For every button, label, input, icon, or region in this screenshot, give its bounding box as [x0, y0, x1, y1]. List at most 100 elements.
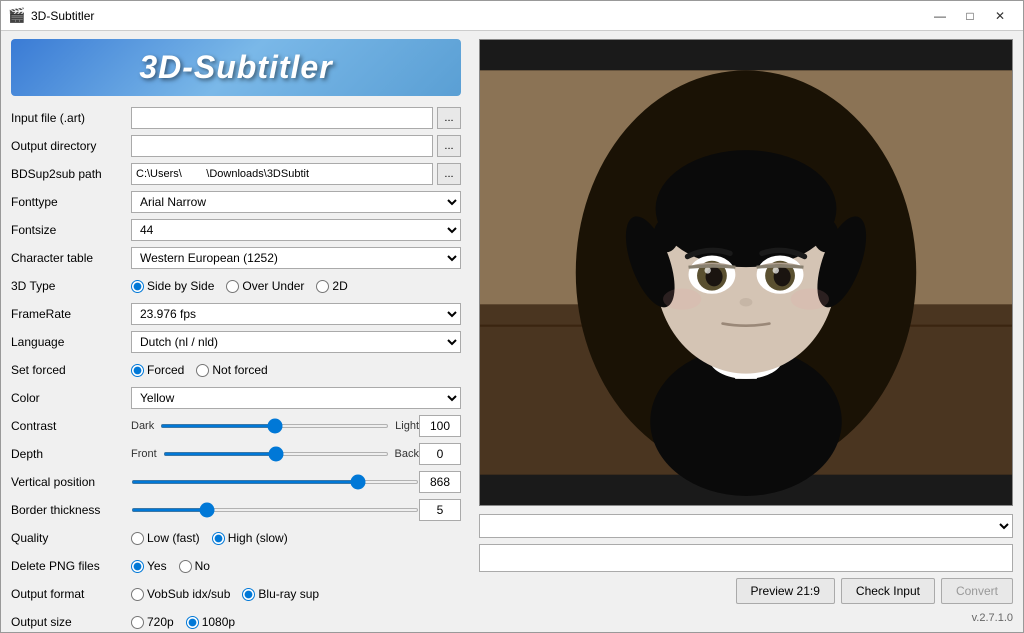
maximize-button[interactable]: □	[955, 1, 985, 31]
radio-low-input[interactable]	[131, 532, 144, 545]
color-label: Color	[11, 391, 131, 405]
contrast-dark-label: Dark	[131, 420, 154, 432]
radio-no-input[interactable]	[179, 560, 192, 573]
radio-720p-input[interactable]	[131, 616, 144, 629]
right-dropdown[interactable]	[479, 514, 1013, 538]
preview-button[interactable]: Preview 21:9	[736, 578, 835, 604]
radio-forced[interactable]: Forced	[131, 363, 184, 377]
contrast-light-label: Light	[395, 420, 419, 432]
radio-bluray-label: Blu-ray sup	[258, 587, 319, 601]
input-file-row: Input file (.art) ...	[11, 106, 461, 130]
radio-ou[interactable]: Over Under	[226, 279, 304, 293]
radio-vobsub-label: VobSub idx/sub	[147, 587, 230, 601]
action-row: Preview 21:9 Check Input Convert	[479, 578, 1013, 604]
input-file-field[interactable]	[131, 107, 433, 129]
bdsup-browse-btn[interactable]: ...	[437, 163, 461, 185]
quality-group: Low (fast) High (slow)	[131, 531, 461, 545]
radio-vobsub-input[interactable]	[131, 588, 144, 601]
convert-button[interactable]: Convert	[941, 578, 1013, 604]
input-file-browse-btn[interactable]: ...	[437, 107, 461, 129]
radio-forced-input[interactable]	[131, 364, 144, 377]
radio-low-quality[interactable]: Low (fast)	[131, 531, 200, 545]
radio-sbs-label: Side by Side	[147, 279, 214, 293]
radio-no[interactable]: No	[179, 559, 210, 573]
contrast-slider[interactable]	[160, 424, 389, 428]
radio-1080p[interactable]: 1080p	[186, 615, 235, 629]
border-slider[interactable]	[131, 508, 419, 512]
border-label: Border thickness	[11, 503, 131, 517]
output-size-label: Output size	[11, 615, 131, 629]
depth-slider-container: Front Back	[131, 448, 419, 460]
border-slider-container	[131, 508, 419, 512]
language-control: Dutch (nl / nld) English (en / eng) Germ…	[131, 331, 461, 353]
radio-high-quality[interactable]: High (slow)	[212, 531, 288, 545]
depth-back-label: Back	[395, 448, 419, 460]
radio-2d-input[interactable]	[316, 280, 329, 293]
char-table-label: Character table	[11, 251, 131, 265]
vpos-row: Vertical position 868	[11, 470, 461, 494]
fontsize-control: 44 36 40 48	[131, 219, 461, 241]
radio-720p[interactable]: 720p	[131, 615, 174, 629]
right-bottom: Preview 21:9 Check Input Convert v.2.7.1…	[479, 514, 1013, 624]
language-select[interactable]: Dutch (nl / nld) English (en / eng) Germ…	[131, 331, 461, 353]
output-format-row: Output format VobSub idx/sub Blu-ray sup	[11, 582, 461, 606]
vpos-value: 868	[419, 471, 461, 493]
fontsize-row: Fontsize 44 36 40 48	[11, 218, 461, 242]
char-table-row: Character table Western European (1252) …	[11, 246, 461, 270]
radio-sbs-input[interactable]	[131, 280, 144, 293]
radio-bluray-input[interactable]	[242, 588, 255, 601]
radio-high-label: High (slow)	[228, 531, 288, 545]
framerate-select[interactable]: 23.976 fps 24 fps 25 fps 29.97 fps	[131, 303, 461, 325]
radio-yes[interactable]: Yes	[131, 559, 167, 573]
radio-1080p-label: 1080p	[202, 615, 235, 629]
color-row: Color Yellow White Red Green	[11, 386, 461, 410]
radio-ou-label: Over Under	[242, 279, 304, 293]
bdsup-field[interactable]	[131, 163, 433, 185]
radio-yes-input[interactable]	[131, 560, 144, 573]
right-panel: Preview 21:9 Check Input Convert v.2.7.1…	[471, 31, 1023, 632]
minimize-button[interactable]: —	[925, 1, 955, 31]
set-forced-row: Set forced Forced Not forced	[11, 358, 461, 382]
depth-slider[interactable]	[163, 452, 389, 456]
contrast-row: Contrast Dark Light 100	[11, 414, 461, 438]
radio-2d-label: 2D	[332, 279, 347, 293]
radio-2d[interactable]: 2D	[316, 279, 347, 293]
type-3d-group: Side by Side Over Under 2D	[131, 279, 461, 293]
char-table-control: Western European (1252) UTF-8	[131, 247, 461, 269]
radio-bluray[interactable]: Blu-ray sup	[242, 587, 319, 601]
output-dir-field[interactable]	[131, 135, 433, 157]
output-dir-label: Output directory	[11, 139, 131, 153]
radio-sbs[interactable]: Side by Side	[131, 279, 214, 293]
fonttype-select[interactable]: Arial Narrow Arial Times New Roman	[131, 191, 461, 213]
depth-front-label: Front	[131, 448, 157, 460]
text-display-box	[479, 544, 1013, 572]
vpos-label: Vertical position	[11, 475, 131, 489]
output-dir-control: ...	[131, 135, 461, 157]
close-button[interactable]: ✕	[985, 1, 1015, 31]
radio-not-forced[interactable]: Not forced	[196, 363, 267, 377]
char-table-select[interactable]: Western European (1252) UTF-8	[131, 247, 461, 269]
radio-yes-label: Yes	[147, 559, 167, 573]
version-label: v.2.7.1.0	[479, 612, 1013, 624]
check-input-button[interactable]: Check Input	[841, 578, 935, 604]
left-panel: 3D-Subtitler Input file (.art) ... Outpu…	[1, 31, 471, 632]
bdsup-row: BDSup2sub path ...	[11, 162, 461, 186]
color-select[interactable]: Yellow White Red Green	[131, 387, 461, 409]
output-format-group: VobSub idx/sub Blu-ray sup	[131, 587, 461, 601]
radio-1080p-input[interactable]	[186, 616, 199, 629]
language-row: Language Dutch (nl / nld) English (en / …	[11, 330, 461, 354]
vpos-slider[interactable]	[131, 480, 419, 484]
vpos-slider-container	[131, 480, 419, 484]
set-forced-label: Set forced	[11, 363, 131, 377]
titlebar: 🎬 3D-Subtitler — □ ✕	[1, 1, 1023, 31]
radio-not-forced-input[interactable]	[196, 364, 209, 377]
type-3d-row: 3D Type Side by Side Over Under 2D	[11, 274, 461, 298]
radio-high-input[interactable]	[212, 532, 225, 545]
radio-ou-input[interactable]	[226, 280, 239, 293]
radio-vobsub[interactable]: VobSub idx/sub	[131, 587, 230, 601]
fontsize-select[interactable]: 44 36 40 48	[131, 219, 461, 241]
output-dir-browse-btn[interactable]: ...	[437, 135, 461, 157]
quality-label: Quality	[11, 531, 131, 545]
contrast-label: Contrast	[11, 419, 131, 433]
delete-png-label: Delete PNG files	[11, 559, 131, 573]
